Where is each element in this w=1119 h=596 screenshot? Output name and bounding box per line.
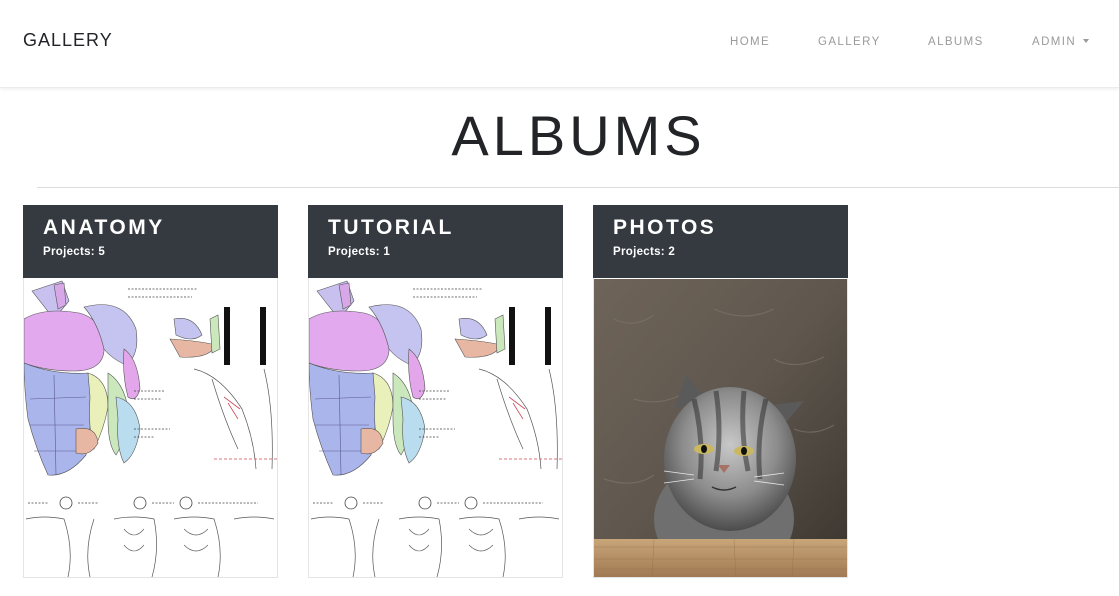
album-card-tutorial[interactable]: TUTORIAL Projects: 1 (308, 205, 563, 578)
nav-admin-label: ADMIN (1032, 36, 1077, 48)
album-card-anatomy[interactable]: ANATOMY Projects: 5 (23, 205, 278, 578)
album-title: TUTORIAL (328, 216, 454, 239)
album-project-count: Projects: 5 (43, 246, 106, 258)
album-card-header: TUTORIAL Projects: 1 (308, 205, 563, 278)
album-thumbnail-anatomy-sketch[interactable] (309, 279, 562, 577)
navbar: GALLERY HOME GALLERY ALBUMS ADMIN (0, 0, 1119, 88)
album-thumbnail-anatomy-sketch[interactable] (24, 279, 277, 577)
album-card-header: PHOTOS Projects: 2 (593, 205, 848, 278)
page-title: ALBUMS (451, 104, 706, 167)
album-card-photos[interactable]: PHOTOS Projects: 2 (593, 205, 848, 578)
album-title: ANATOMY (43, 216, 165, 239)
nav-gallery-link[interactable]: GALLERY (818, 36, 881, 48)
nav-admin-dropdown[interactable]: ADMIN (1032, 36, 1090, 48)
album-project-count: Projects: 1 (328, 246, 391, 258)
album-title: PHOTOS (613, 216, 717, 239)
caret-down-icon (1083, 39, 1090, 43)
album-thumbnail-cat-photo[interactable] (594, 279, 847, 577)
brand-logo[interactable]: GALLERY (23, 30, 113, 51)
album-card-header: ANATOMY Projects: 5 (23, 205, 278, 278)
title-divider (37, 187, 1119, 188)
nav-albums-link[interactable]: ALBUMS (928, 36, 984, 48)
album-project-count: Projects: 2 (613, 246, 676, 258)
nav-home-link[interactable]: HOME (730, 36, 770, 48)
